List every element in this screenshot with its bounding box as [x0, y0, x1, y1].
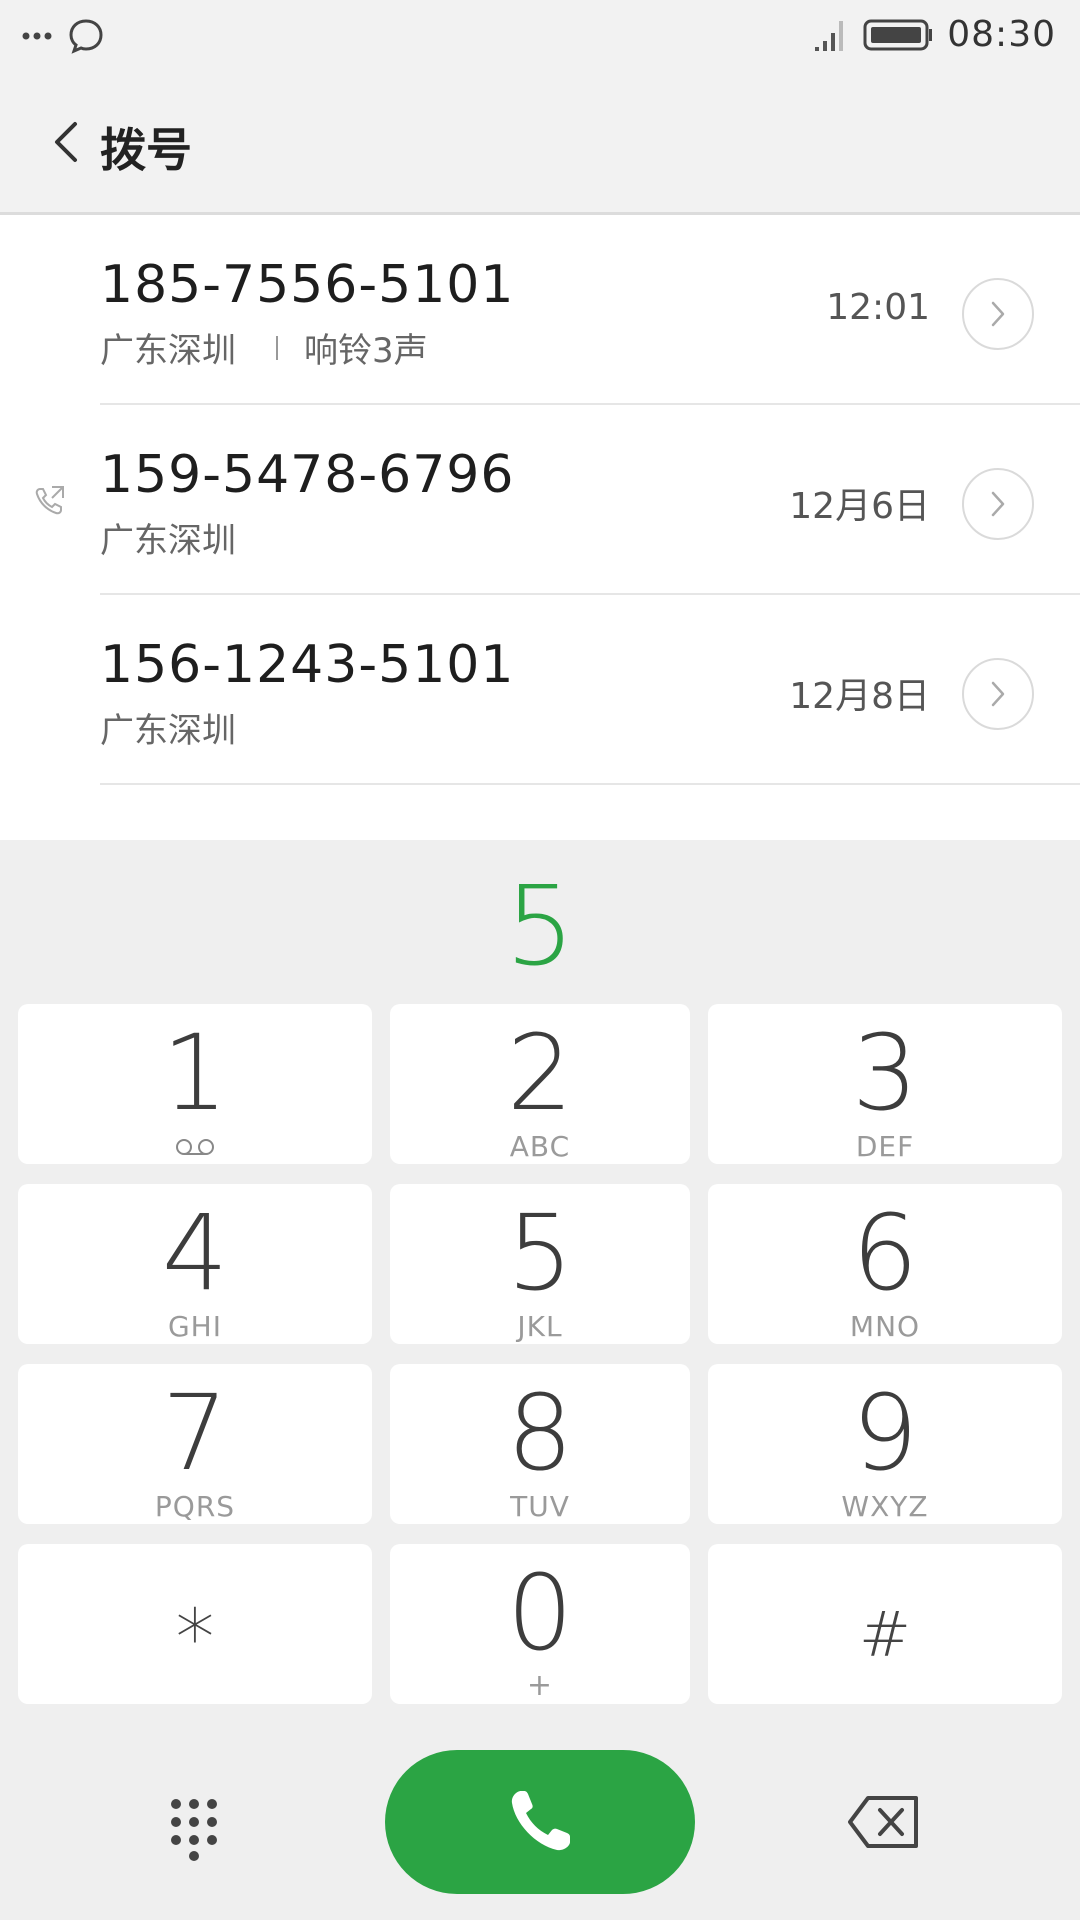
call-log-item[interactable]: 156-1243-5101 广东深圳 12月8日 [0, 595, 1080, 785]
more-dots-icon [22, 32, 52, 40]
backspace-icon [848, 1796, 918, 1848]
key-letters: + [526, 1668, 554, 1703]
call-number: 185-7556-5101 [100, 255, 515, 315]
key-digit: 5 [506, 1192, 574, 1314]
key-letters: PQRS [154, 1490, 236, 1523]
key-digit: 6 [851, 1192, 919, 1314]
call-number: 156-1243-5101 [100, 635, 515, 695]
call-note: 响铃3声 [304, 331, 428, 371]
subtitle-divider [276, 335, 278, 360]
call-subtitle: 广东深圳 响铃3声 [100, 323, 428, 372]
key-8[interactable]: 8 TUV [390, 1364, 690, 1524]
dialed-number[interactable]: 5 [0, 862, 1080, 990]
key-digit: 9 [851, 1372, 919, 1494]
key-letters: WXYZ [841, 1490, 929, 1523]
key-letters: ABC [509, 1130, 571, 1163]
call-time: 12:01 [826, 287, 930, 328]
voicemail-icon [176, 1139, 214, 1155]
dialer-bottom-bar [0, 1740, 1080, 1920]
chevron-right-icon [991, 301, 1005, 327]
call-button[interactable] [385, 1750, 695, 1894]
chevron-right-icon [991, 491, 1005, 517]
call-location: 广东深圳 [100, 711, 236, 751]
battery-icon [863, 19, 933, 50]
key-star[interactable]: * [18, 1544, 372, 1704]
call-subtitle: 广东深圳 [100, 513, 236, 562]
key-0[interactable]: 0 + [390, 1544, 690, 1704]
phone-icon [511, 1791, 570, 1851]
key-letters: GHI [167, 1310, 222, 1343]
key-hash[interactable]: # [708, 1544, 1062, 1704]
page-title: 拨号 [100, 123, 192, 177]
key-letters: DEF [855, 1130, 915, 1163]
backspace-button[interactable] [848, 1794, 920, 1850]
call-location: 广东深圳 [100, 521, 236, 561]
call-number: 159-5478-6796 [100, 445, 515, 505]
key-digit: * [175, 1594, 215, 1684]
key-digit: 3 [851, 1012, 919, 1134]
call-time: 12月6日 [789, 486, 930, 527]
app-header: 拨号 [0, 72, 1080, 215]
chevron-right-icon [991, 681, 1005, 707]
call-log-item[interactable]: 159-5478-6796 广东深圳 12月6日 [0, 405, 1080, 595]
key-6[interactable]: 6 MNO [708, 1184, 1062, 1344]
key-digit: 7 [161, 1372, 229, 1494]
call-detail-button[interactable] [962, 658, 1034, 730]
call-time: 12月8日 [789, 676, 930, 717]
key-3[interactable]: 3 DEF [708, 1004, 1062, 1164]
key-digit: 1 [161, 1012, 229, 1134]
call-subtitle: 广东深圳 [100, 703, 236, 752]
key-letters: MNO [849, 1310, 921, 1343]
call-location: 广东深圳 [100, 331, 236, 371]
status-right: 08:30 [813, 14, 1056, 55]
chat-bubble-icon [69, 19, 103, 54]
call-detail-button[interactable] [962, 468, 1034, 540]
call-log-list: 185-7556-5101 广东深圳 响铃3声 12:01 159-5478-6… [0, 215, 1080, 840]
keypad-toggle-button[interactable] [160, 1792, 232, 1864]
status-time: 08:30 [947, 14, 1056, 55]
outgoing-call-icon [35, 486, 64, 515]
key-4[interactable]: 4 GHI [18, 1184, 372, 1344]
key-digit: 0 [506, 1552, 574, 1674]
call-detail-button[interactable] [962, 278, 1034, 350]
back-button[interactable] [36, 112, 96, 172]
key-7[interactable]: 7 PQRS [18, 1364, 372, 1524]
key-digit: 8 [506, 1372, 574, 1494]
key-letters: TUV [510, 1490, 570, 1523]
key-digit: 4 [161, 1192, 229, 1314]
key-digit: # [859, 1598, 911, 1671]
key-9[interactable]: 9 WXYZ [708, 1364, 1062, 1524]
key-2[interactable]: 2 ABC [390, 1004, 690, 1164]
chevron-left-icon [55, 122, 77, 162]
key-digit: 2 [506, 1012, 574, 1134]
key-5[interactable]: 5 JKL [390, 1184, 690, 1344]
signal-icon [815, 20, 844, 51]
key-letters: JKL [517, 1310, 563, 1343]
status-bar: 08:30 [0, 0, 1080, 72]
call-log-item[interactable]: 185-7556-5101 广东深圳 响铃3声 12:01 [0, 215, 1080, 405]
row-divider [100, 783, 1080, 785]
keypad-toggle-icon [171, 1799, 217, 1861]
key-1[interactable]: 1 [18, 1004, 372, 1164]
status-left [22, 18, 104, 54]
